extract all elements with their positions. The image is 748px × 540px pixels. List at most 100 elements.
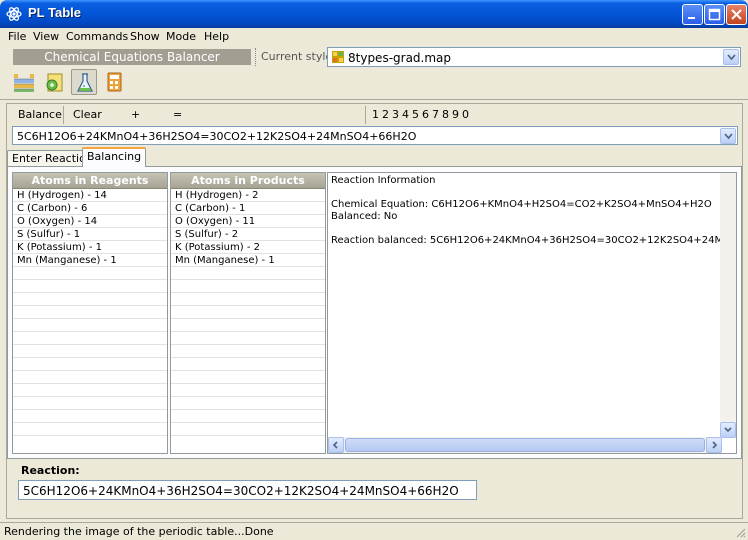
title-bar[interactable]: PL Table <box>0 0 748 28</box>
clear-button[interactable]: Clear <box>73 108 102 121</box>
calculator-button[interactable] <box>101 69 127 95</box>
info-result: Reaction balanced: 5C6H12O6+24KMnO4+36H2… <box>331 235 721 246</box>
atom-icon <box>6 7 22 21</box>
scroll-left-button[interactable] <box>328 437 344 453</box>
digit-0-button[interactable]: 0 <box>462 108 469 121</box>
empty-row <box>13 332 167 345</box>
digit-1-button[interactable]: 1 <box>372 108 379 121</box>
products-header: Atoms in Products <box>171 173 325 189</box>
minimize-icon <box>688 17 695 19</box>
periodic-table-button[interactable] <box>11 69 37 95</box>
equals-button[interactable]: = <box>173 108 182 121</box>
digit-7-button[interactable]: 7 <box>432 108 439 121</box>
horizontal-scrollbar[interactable] <box>328 437 722 453</box>
reaction-label: Reaction: <box>21 464 80 477</box>
products-list[interactable]: Atoms in Products H (Hydrogen) - 2 C (Ca… <box>170 172 326 454</box>
style-select[interactable]: 8types-grad.map <box>327 47 741 67</box>
refresh-button[interactable] <box>41 69 67 95</box>
digit-5-button[interactable]: 5 <box>412 108 419 121</box>
calc-divider <box>365 106 366 124</box>
reaction-field[interactable]: 5C6H12O6+24KMnO4+36H2SO4=30CO2+12K2SO4+2… <box>18 480 477 500</box>
toolbar <box>0 68 748 98</box>
window-title: PL Table <box>28 5 81 20</box>
empty-row <box>171 384 325 397</box>
list-item[interactable]: H (Hydrogen) - 2 <box>171 189 325 202</box>
digit-2-button[interactable]: 2 <box>382 108 389 121</box>
maximize-icon <box>708 8 721 21</box>
menu-file[interactable]: File <box>8 30 26 43</box>
refresh-icon <box>46 73 63 92</box>
info-balanced: Balanced: No <box>331 211 398 222</box>
list-item[interactable]: C (Carbon) - 6 <box>13 202 167 215</box>
list-item[interactable]: K (Potassium) - 2 <box>171 241 325 254</box>
list-item[interactable]: Mn (Manganese) - 1 <box>171 254 325 267</box>
menu-commands[interactable]: Commands <box>66 30 128 43</box>
empty-row <box>171 293 325 306</box>
style-dropdown-button[interactable] <box>723 49 739 65</box>
empty-row <box>13 358 167 371</box>
empty-row <box>171 267 325 280</box>
periodic-table-icon <box>14 74 34 92</box>
equation-input[interactable]: 5C6H12O6+24KMnO4+36H2SO4=30CO2+12K2SO4+2… <box>12 126 738 145</box>
empty-row <box>171 280 325 293</box>
empty-row <box>171 358 325 371</box>
maximize-button[interactable] <box>704 4 725 25</box>
reaction-value: 5C6H12O6+24KMnO4+36H2SO4=30CO2+12K2SO4+2… <box>23 484 459 498</box>
close-button[interactable] <box>726 4 747 25</box>
empty-row <box>171 319 325 332</box>
scroll-down-button[interactable] <box>720 422 736 438</box>
empty-row <box>13 410 167 423</box>
style-value: 8types-grad.map <box>348 51 452 65</box>
empty-row <box>13 371 167 384</box>
digit-8-button[interactable]: 8 <box>442 108 449 121</box>
digit-6-button[interactable]: 6 <box>422 108 429 121</box>
empty-row <box>13 267 167 280</box>
menu-mode[interactable]: Mode <box>166 30 196 43</box>
empty-row <box>171 306 325 319</box>
menu-show[interactable]: Show <box>130 30 160 43</box>
reagents-list[interactable]: Atoms in Reagents H (Hydrogen) - 14 C (C… <box>12 172 168 454</box>
equation-input-value: 5C6H12O6+24KMnO4+36H2SO4=30CO2+12K2SO4+2… <box>17 130 417 143</box>
resize-grip-icon[interactable] <box>734 526 746 538</box>
minimize-button[interactable] <box>682 4 703 25</box>
style-label: Current style: <box>261 50 336 63</box>
status-text: Rendering the image of the periodic tabl… <box>4 525 274 538</box>
menu-view[interactable]: View <box>33 30 59 43</box>
reaction-info-text: Reaction Information Chemical Equation: … <box>331 175 721 247</box>
vertical-scrollbar[interactable] <box>720 173 736 438</box>
tab-balancing[interactable]: Balancing <box>82 147 147 167</box>
list-item[interactable]: S (Sulfur) - 1 <box>13 228 167 241</box>
info-heading: Reaction Information <box>331 175 436 186</box>
scroll-thumb[interactable] <box>345 438 705 452</box>
list-item[interactable]: O (Oxygen) - 11 <box>171 215 325 228</box>
equation-history-dropdown[interactable] <box>720 128 736 144</box>
toolbar-separator <box>0 99 748 100</box>
list-item[interactable]: Mn (Manganese) - 1 <box>13 254 167 267</box>
scroll-right-button[interactable] <box>706 437 722 453</box>
digit-4-button[interactable]: 4 <box>402 108 409 121</box>
menu-bar: File View Commands Show Mode Help <box>0 28 748 46</box>
flask-icon <box>77 73 93 92</box>
status-bar: Rendering the image of the periodic tabl… <box>0 522 748 540</box>
digit-3-button[interactable]: 3 <box>392 108 399 121</box>
menu-help[interactable]: Help <box>204 30 229 43</box>
empty-row <box>13 293 167 306</box>
empty-row <box>13 306 167 319</box>
empty-row <box>13 397 167 410</box>
balancer-button[interactable] <box>71 69 97 95</box>
empty-row <box>13 280 167 293</box>
info-equation: Chemical Equation: C6H12O6+KMnO4+H2SO4=C… <box>331 199 712 210</box>
list-item[interactable]: C (Carbon) - 1 <box>171 202 325 215</box>
divider <box>255 48 256 66</box>
close-icon <box>731 9 742 20</box>
list-item[interactable]: S (Sulfur) - 2 <box>171 228 325 241</box>
module-title: Chemical Equations Balancer <box>13 49 251 65</box>
list-item[interactable]: K (Potassium) - 1 <box>13 241 167 254</box>
digit-9-button[interactable]: 9 <box>452 108 459 121</box>
balance-button[interactable]: Balance <box>18 108 62 121</box>
plus-button[interactable]: + <box>131 108 140 121</box>
list-item[interactable]: O (Oxygen) - 14 <box>13 215 167 228</box>
empty-row <box>171 410 325 423</box>
list-item[interactable]: H (Hydrogen) - 14 <box>13 189 167 202</box>
reaction-info-panel[interactable]: Reaction Information Chemical Equation: … <box>327 172 737 454</box>
